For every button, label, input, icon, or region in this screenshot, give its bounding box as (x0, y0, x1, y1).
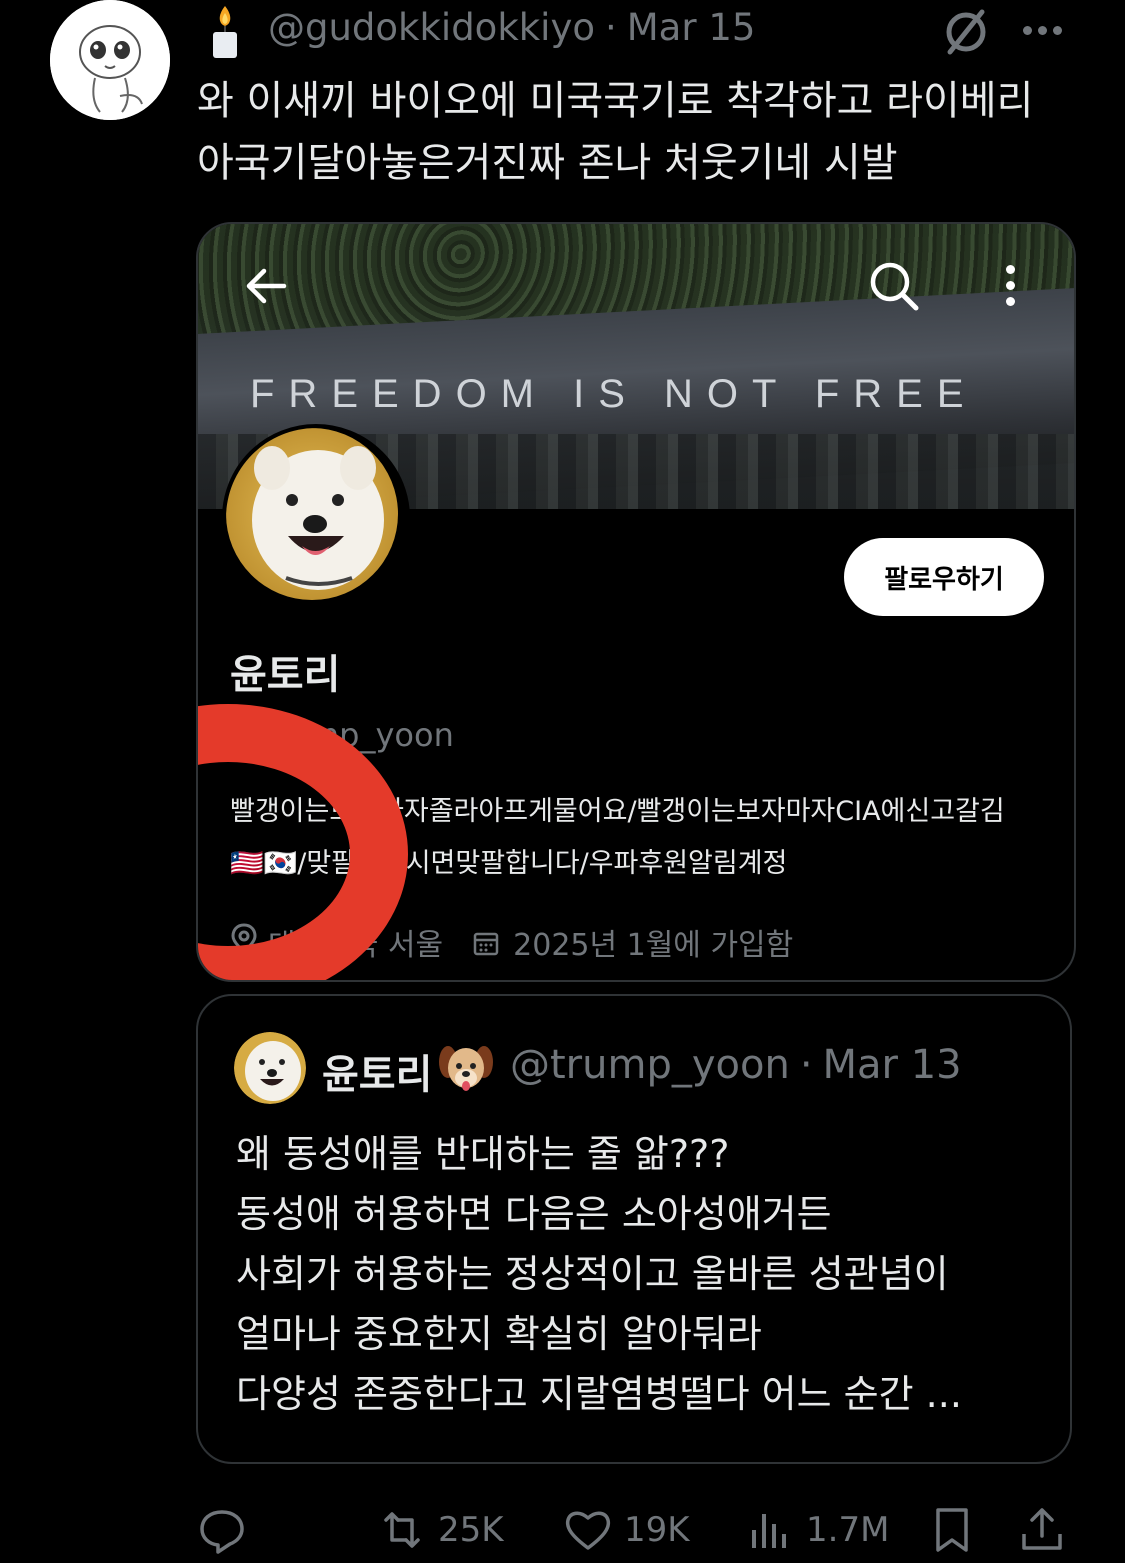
dog-emoji-icon (438, 1040, 494, 1096)
quote-text-line: 다양성 존중한다고 지랄염병떨다 어느 순간 ... (236, 1372, 962, 1416)
retweet-button[interactable]: 25K (376, 1500, 504, 1560)
tweet-text: 와 이새끼 바이오에 미국국기로 착각하고 라이베리 아국기달아놓은거진짜 존나… (197, 70, 1097, 194)
tweet-text-line: 와 이새끼 바이오에 미국국기로 착각하고 라이베리 (197, 78, 1034, 124)
quoted-tweet[interactable]: 윤토리 @trump_yoon · Mar 13 왜 동성애를 반대하는 줄 앎??… (196, 994, 1072, 1464)
reply-icon (200, 1510, 244, 1554)
profile-joined: 2025년 1월에 가입함 (513, 928, 794, 963)
quote-author-name: 윤토리 (322, 1052, 433, 1098)
quote-date: Mar 13 (822, 1042, 962, 1088)
profile-avatar (222, 424, 410, 612)
author-handle[interactable]: @gudokkidokkiyo (268, 6, 595, 49)
heart-icon (565, 1511, 611, 1550)
share-button[interactable] (1016, 1500, 1068, 1560)
reply-button[interactable] (196, 1500, 248, 1560)
retweet-icon (384, 1512, 420, 1548)
bookmark-button[interactable] (926, 1500, 978, 1560)
like-count: 19K (624, 1510, 690, 1550)
quote-text-line: 사회가 허용하는 정상적이고 올바른 성관념이 (236, 1252, 949, 1296)
more-options-icon[interactable] (1020, 12, 1070, 52)
quote-text-line: 얼마나 중요한지 확실히 알아둬라 (236, 1312, 762, 1356)
tweet-action-bar: 25K 19K 1.7M (196, 1500, 1076, 1560)
follow-button: 팔로우하기 (844, 538, 1044, 616)
quote-text-line: 왜 동성애를 반대하는 줄 앎??? (236, 1132, 730, 1176)
quote-author-handle: @trump_yoon (510, 1042, 790, 1088)
kebab-menu-icon (982, 258, 1038, 318)
bookmark-icon (936, 1508, 968, 1552)
quote-text-line: 동성애 허용하면 다음은 소아성애거든 (236, 1192, 832, 1236)
analytics-icon (752, 1514, 786, 1548)
tweet-text-line: 아국기달아놓은거진짜 존나 처웃기네 시발 (197, 140, 898, 186)
back-arrow-icon (242, 262, 290, 310)
like-button[interactable]: 19K (562, 1500, 690, 1560)
author-meta: @gudokkidokkiyo · Mar 15 (268, 6, 755, 49)
attached-image[interactable]: FREEDOM IS NOT FREE 팔로우하기 윤토리 @trump_yoo… (196, 222, 1076, 982)
quote-avatar (234, 1032, 306, 1104)
quote-meta: @trump_yoon · Mar 13 (510, 1042, 962, 1088)
quote-text: 왜 동성애를 반대하는 줄 앎??? 동성애 허용하면 다음은 소아성애거든 사… (236, 1124, 1046, 1424)
author-avatar[interactable] (50, 0, 170, 120)
meta-separator: · (604, 6, 617, 49)
views-count: 1.7M (806, 1510, 890, 1550)
banner-text: FREEDOM IS NOT FREE (250, 372, 978, 416)
tweet-date[interactable]: Mar 15 (627, 6, 756, 49)
views-button[interactable]: 1.7M (744, 1500, 889, 1560)
grok-icon[interactable] (940, 6, 992, 58)
candle-icon (205, 4, 245, 60)
share-icon (1022, 1508, 1062, 1550)
profile-name: 윤토리 (230, 652, 341, 698)
retweet-count: 25K (438, 1510, 504, 1550)
calendar-icon (473, 929, 499, 956)
search-icon (866, 258, 922, 314)
meta-separator: · (799, 1042, 813, 1088)
